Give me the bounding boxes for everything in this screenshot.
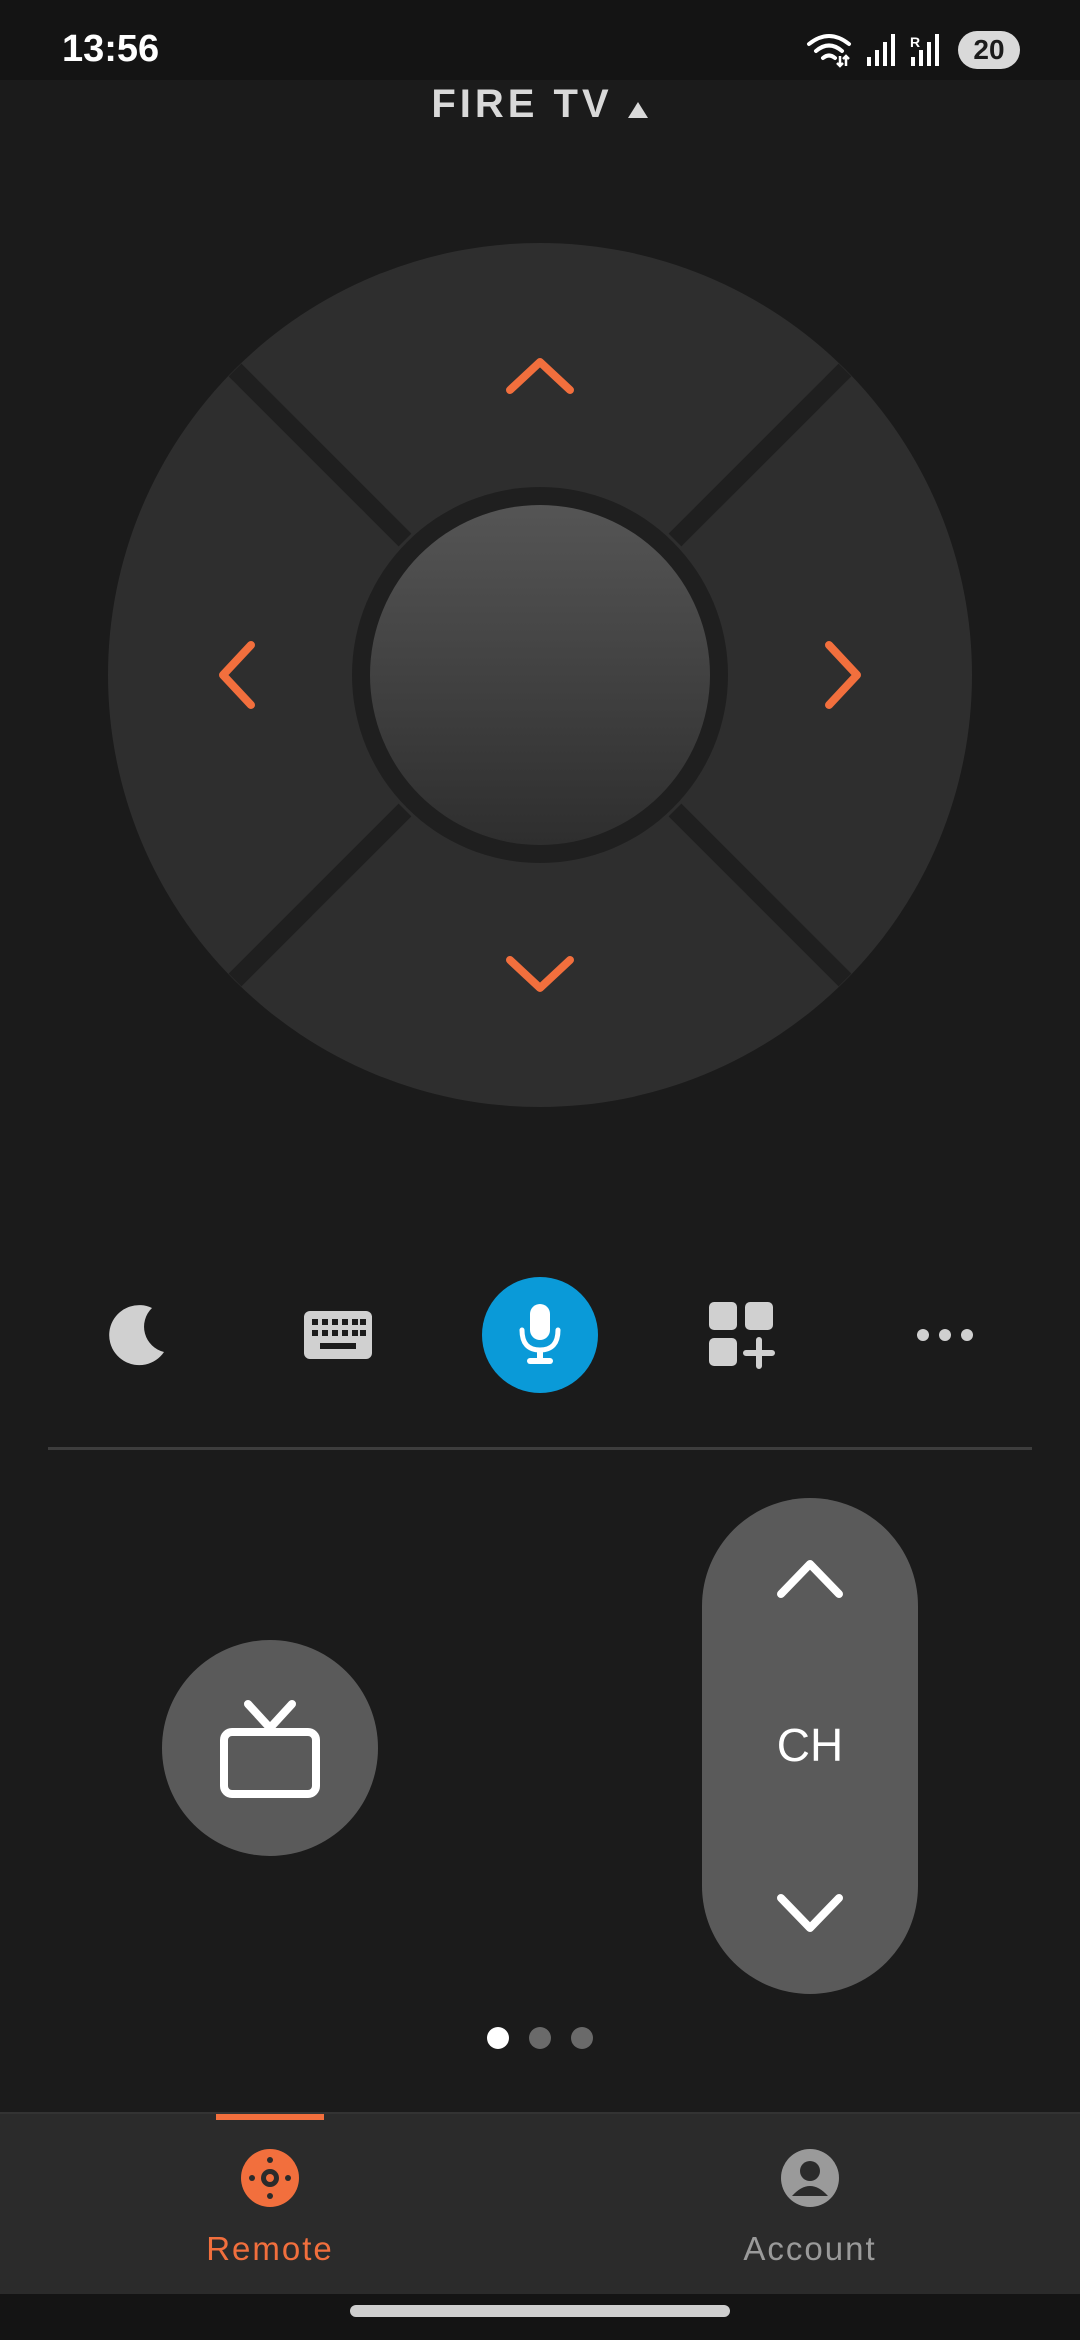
- status-time: 13:56: [62, 28, 160, 70]
- more-icon: [917, 1329, 973, 1341]
- nav-tab-account[interactable]: Account: [540, 2114, 1080, 2296]
- system-nav-area: [0, 2294, 1080, 2340]
- voice-button[interactable]: [480, 1275, 600, 1395]
- nav-tab-remote[interactable]: Remote: [0, 2114, 540, 2296]
- channel-rocker: CH: [702, 1498, 918, 1994]
- divider: [48, 1447, 1032, 1450]
- more-button[interactable]: [885, 1275, 1005, 1395]
- microphone-icon: [519, 1304, 561, 1364]
- remote-screen: 13:56 R 20 FIRE TV CH Remote Account: [0, 0, 1080, 2340]
- nav-label-account: Account: [743, 2230, 877, 2267]
- select-button[interactable]: [370, 505, 710, 845]
- channel-up-button[interactable]: [702, 1498, 918, 1658]
- battery-icon: 20: [958, 31, 1020, 69]
- bottom-nav: Remote Account: [0, 2112, 1080, 2296]
- tv-icon: [220, 1700, 320, 1798]
- signal-icon: [867, 34, 895, 66]
- device-name: FIRE TV: [431, 82, 613, 126]
- apps-add-icon: [709, 1302, 775, 1369]
- page-dot-2[interactable]: [529, 2027, 551, 2049]
- caret-up-icon: [627, 84, 649, 129]
- svg-text:R: R: [910, 34, 920, 50]
- signal-roaming-icon: R: [910, 34, 939, 66]
- device-selector[interactable]: FIRE TV: [0, 82, 1080, 129]
- live-tv-button[interactable]: [162, 1640, 378, 1856]
- moon-icon: [109, 1305, 164, 1366]
- remote-icon: [241, 2149, 299, 2207]
- account-icon: [781, 2149, 839, 2207]
- page-dot-1[interactable]: [487, 2027, 509, 2049]
- channel-down-button[interactable]: [702, 1834, 918, 1994]
- status-bar: 13:56 R 20: [0, 0, 1080, 80]
- nav-active-indicator: [216, 2114, 324, 2120]
- voice-button-circle: [482, 1277, 598, 1393]
- channel-label: CH: [776, 1719, 844, 1771]
- page-dot-3[interactable]: [571, 2027, 593, 2049]
- sleep-button[interactable]: [75, 1275, 195, 1395]
- dpad: [105, 240, 975, 1110]
- keyboard-icon: [304, 1311, 372, 1359]
- status-icons: R 20: [806, 28, 1020, 72]
- chevron-up-icon: [777, 1560, 843, 1598]
- chevron-down-icon: [777, 1894, 843, 1932]
- nav-label-remote: Remote: [206, 2230, 334, 2267]
- apps-button[interactable]: [682, 1275, 802, 1395]
- gesture-handle[interactable]: [350, 2305, 730, 2317]
- page-indicator: [0, 2027, 1080, 2049]
- keyboard-button[interactable]: [278, 1275, 398, 1395]
- quick-actions: [0, 1275, 1080, 1395]
- wifi-icon: [807, 34, 851, 68]
